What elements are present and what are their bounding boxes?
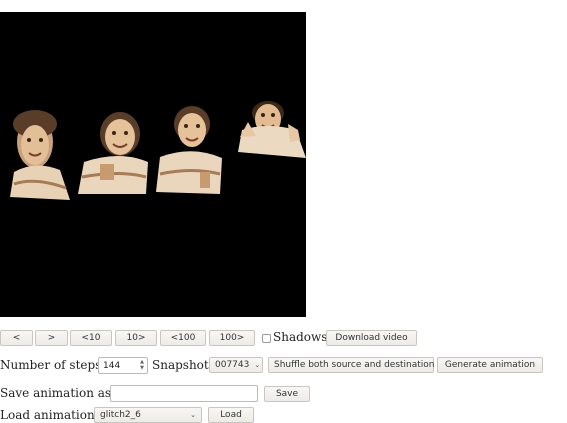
chevron-down-icon: ⌄ [254,361,261,369]
figure-3 [156,106,222,194]
load-animation-select[interactable]: glitch2_6 ⌄ [94,407,202,423]
snapshot-label: Snapshot: [152,358,213,372]
animation-canvas [0,12,306,317]
shadows-checkbox[interactable] [262,334,271,343]
prev-button[interactable]: < [0,330,33,346]
figure-2 [78,112,148,194]
animation-frame-image [10,101,306,200]
next-button[interactable]: > [35,330,68,346]
steps-label: Number of steps: [0,358,106,372]
save-animation-input[interactable] [110,385,258,402]
shadows-label: Shadows [273,330,328,344]
steps-value: 144 [103,360,121,371]
generate-animation-button[interactable]: Generate animation [437,357,543,373]
save-button[interactable]: Save [264,386,310,402]
chevron-down-icon: ⌄ [190,411,196,419]
load-animation-label: Load animation: [0,408,99,422]
figure-1 [10,110,70,200]
load-button[interactable]: Load [208,407,254,423]
shuffle-value: Shuffle both source and destination [274,360,435,370]
save-animation-label: Save animation as: [0,386,116,400]
back-10-button[interactable]: <10 [70,330,112,346]
load-animation-value: glitch2_6 [100,410,141,420]
download-video-button[interactable]: Download video [326,330,417,346]
steps-spinner-icon[interactable]: ▲ ▼ [139,359,145,372]
shuffle-select[interactable]: Shuffle both source and destination ⌄ [268,357,445,373]
figure-4 [238,101,306,158]
back-100-button[interactable]: <100 [160,330,206,346]
snapshot-select[interactable]: 007743 ⌄ [209,357,263,373]
steps-input[interactable]: 144 ▲ ▼ [98,357,148,374]
snapshot-value: 007743 [215,360,250,370]
forward-100-button[interactable]: 100> [209,330,255,346]
forward-10-button[interactable]: 10> [115,330,157,346]
